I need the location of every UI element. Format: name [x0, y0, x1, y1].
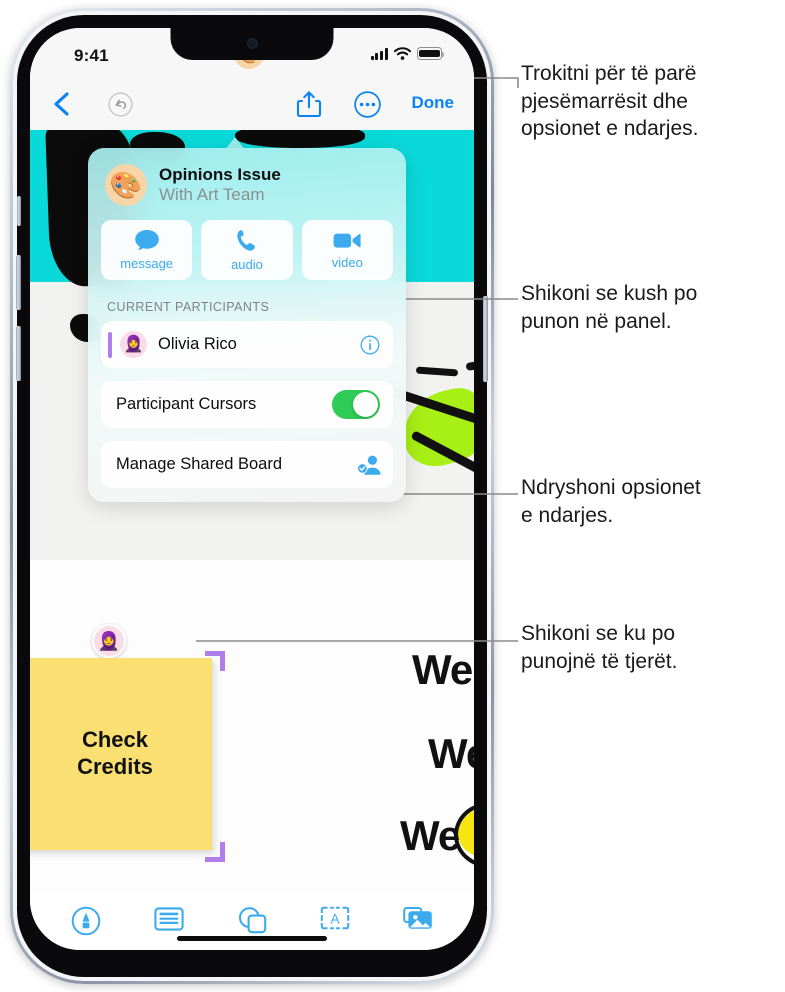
power-button[interactable] [483, 296, 488, 382]
popover-header: 🎨 Opinions Issue With Art Team [101, 162, 393, 206]
front-camera-icon [246, 38, 258, 49]
participant-cursors-row[interactable]: Participant Cursors [101, 381, 393, 428]
board-subtitle: With Art Team [159, 185, 265, 205]
participant-cursors-toggle[interactable] [332, 390, 380, 419]
ink-stroke-3 [415, 366, 459, 377]
signal-bars-icon [370, 48, 388, 60]
participants-list: 🧕 Olivia Rico [101, 321, 393, 368]
status-time: 9:41 [74, 46, 109, 65]
ink-text-2: We [428, 730, 474, 777]
callout-see-where: Shikoni se ku po punojnë të tjerët. [521, 622, 678, 673]
participant-cursor-avatar: 🧕 [92, 624, 126, 658]
board-title: Opinions Issue [159, 164, 281, 184]
callout-see-who: Shikoni se kush po punon në panel. [521, 282, 698, 333]
share-button[interactable] [296, 90, 322, 118]
text-box-icon[interactable]: A [320, 906, 350, 936]
participant-cursor-avatar-glyph: 🧕 [97, 631, 121, 651]
phone-icon [236, 229, 258, 252]
video-action-label: video [331, 254, 363, 270]
quick-actions: message audio video [101, 220, 393, 280]
current-participants-label: CURRENT PARTICIPANTS [107, 300, 270, 314]
pen-circle-icon[interactable] [71, 906, 101, 936]
message-action-button[interactable]: message [101, 220, 193, 280]
message-bubble-icon [134, 229, 160, 251]
phone-screen: We We We 🧕 Check Credits [30, 28, 474, 950]
callout-tap-participants: Trokitni për të parë pjesëmarrësit dhe o… [521, 62, 699, 141]
svg-text:A: A [331, 912, 340, 927]
silent-switch[interactable] [17, 196, 21, 226]
home-indicator[interactable] [177, 936, 327, 941]
video-action-button[interactable]: video [301, 220, 393, 280]
participant-color-accent [108, 331, 112, 358]
battery-icon [417, 47, 445, 60]
participant-avatar: 🧕 [120, 331, 147, 358]
list-spacer-2 [101, 428, 393, 441]
callout-change-sharing: Ndryshoni opsionet e ndarjes. [521, 476, 701, 527]
phone-frame: We We We 🧕 Check Credits [10, 8, 494, 984]
participant-cursors-label: Participant Cursors [116, 395, 257, 413]
ink-text-3: We [400, 812, 461, 859]
board-avatar: 🎨 [105, 164, 147, 206]
participant-avatar-glyph: 🧕 [123, 335, 144, 353]
sticky-note-handle-bottom-right[interactable] [205, 842, 225, 862]
manage-shared-board-card: Manage Shared Board [101, 441, 393, 488]
whiteboard-canvas[interactable]: We We We 🧕 Check Credits [30, 130, 474, 892]
notch [170, 28, 334, 60]
done-button[interactable]: Done [412, 93, 455, 113]
undo-button[interactable] [108, 92, 133, 117]
volume-down-button[interactable] [16, 326, 21, 381]
nav-bar: Done [30, 78, 474, 130]
message-action-label: message [120, 256, 174, 271]
bottom-toolbar: A [30, 892, 474, 950]
photos-icon[interactable] [403, 906, 433, 936]
back-button[interactable] [50, 90, 76, 118]
manage-shared-board-row[interactable]: Manage Shared Board [101, 441, 393, 488]
screenshot-root: We We We 🧕 Check Credits [0, 0, 785, 992]
shapes-icon[interactable] [237, 906, 267, 936]
wifi-icon [393, 47, 412, 60]
audio-action-button[interactable]: audio [201, 220, 293, 280]
status-indicators [370, 47, 445, 60]
board-avatar-glyph: 🎨 [109, 170, 143, 200]
sticky-note-text: Check Credits [77, 727, 153, 779]
sticky-note-handle-top-right[interactable] [205, 651, 225, 671]
note-lines-icon[interactable] [154, 906, 184, 936]
manage-shared-board-label: Manage Shared Board [116, 455, 283, 473]
participants-popover: 🎨 Opinions Issue With Art Team message a… [88, 148, 406, 502]
sticky-note[interactable]: Check Credits [30, 658, 212, 850]
ink-text-1: We [412, 646, 473, 693]
more-options-button[interactable] [354, 91, 381, 118]
video-camera-icon [333, 231, 361, 250]
participant-row-olivia-rico[interactable]: 🧕 Olivia Rico [101, 321, 393, 368]
volume-up-button[interactable] [16, 255, 21, 310]
shared-person-check-icon [356, 454, 381, 476]
audio-action-label: audio [231, 256, 263, 272]
ink-stroke-4 [465, 361, 474, 371]
participant-name: Olivia Rico [158, 335, 237, 353]
current-participants-header: CURRENT PARTICIPANTS [107, 300, 393, 314]
participant-cursors-card: Participant Cursors [101, 381, 393, 428]
info-circle-icon[interactable] [360, 335, 380, 355]
